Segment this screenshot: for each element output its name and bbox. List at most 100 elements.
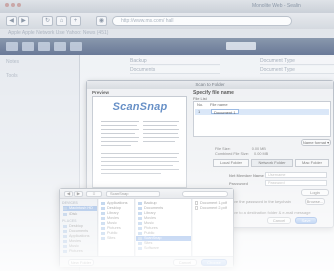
list-item[interactable]: Backup <box>130 57 220 65</box>
folder-icon <box>138 221 142 225</box>
combined-size-value: 0.00 MB <box>254 152 269 156</box>
add-bookmark-button[interactable]: + <box>70 16 81 26</box>
folder-icon <box>101 226 105 230</box>
new-folder-button[interactable]: New Folder <box>68 259 94 266</box>
toolbar-icon[interactable] <box>54 42 66 51</box>
list-item[interactable]: Document Type <box>260 57 334 65</box>
folder-icon <box>101 201 105 205</box>
file-name-field[interactable]: Document 1 <box>211 109 239 115</box>
movies-icon <box>63 239 67 243</box>
folder-icon <box>138 211 142 215</box>
window-controls[interactable] <box>5 3 23 9</box>
folder-icon <box>101 216 105 220</box>
toolbar-icon[interactable] <box>70 42 82 51</box>
browser-title-bar: Monolite Web - Sealin <box>0 0 334 13</box>
folder-tabs: Local Folder Network Folder Mac Folder <box>213 159 331 167</box>
search-field[interactable] <box>226 42 256 50</box>
folder-icon <box>138 206 142 210</box>
password-field[interactable]: Password <box>265 180 327 186</box>
search-input[interactable] <box>182 191 228 197</box>
file-size-label: File Size: <box>215 147 231 151</box>
bookmarks-bar[interactable]: Apple Apple Network Use Yahoo: News (451… <box>0 29 334 38</box>
cancel-button[interactable]: Cancel <box>173 259 197 266</box>
tab-local-folder[interactable]: Local Folder <box>213 159 249 167</box>
folder-icon <box>138 216 142 220</box>
network-member-label: Net Member Name <box>229 173 264 178</box>
home-button[interactable]: ⌂ <box>56 16 67 26</box>
dialog-title: Scan to Folder <box>87 81 333 89</box>
folder-icon <box>138 241 142 245</box>
reload-button[interactable]: ↻ <box>42 16 53 26</box>
column-header-file-name[interactable]: File name <box>210 102 228 108</box>
picker-sidebar: DEVICES Macintosh HD iDisk PLACES Deskto… <box>60 199 98 256</box>
folder-icon <box>138 201 142 205</box>
password-label: Password <box>229 181 248 186</box>
scansnap-logo: ScanSnap <box>112 101 168 113</box>
file-size-row: File Size: 0.00 MB <box>215 147 266 151</box>
choose-button[interactable]: Choose <box>201 259 227 266</box>
table-row[interactable]: 1 Document 1 <box>195 109 329 115</box>
preview-label: Preview <box>92 90 110 95</box>
devices-heading: DEVICES <box>62 201 78 205</box>
folder-icon <box>101 231 105 235</box>
folder-icon <box>101 206 105 210</box>
row-number: 1 <box>198 109 201 114</box>
tab-mac-folder[interactable]: Mac Folder <box>295 159 329 167</box>
idisk-icon <box>63 212 67 216</box>
file-size-value: 0.00 MB <box>251 147 266 151</box>
desktop-icon <box>63 224 67 228</box>
back-button[interactable]: ◀ <box>64 191 73 197</box>
app-toolbar <box>0 38 334 55</box>
sidebar-item-idisk[interactable]: iDisk <box>63 212 97 217</box>
view-mode-button[interactable]: ≡ <box>86 191 102 197</box>
list-item[interactable]: Document Type <box>260 66 334 74</box>
picker-toolbar: ◀ ▶ ≡ ScanSnap <box>60 189 233 199</box>
browse-button[interactable]: Browse... <box>305 198 325 205</box>
forward-button[interactable]: ▶ <box>74 191 83 197</box>
window-title: Monolite Web - Sealin <box>252 3 301 9</box>
column-header-no[interactable]: No. <box>197 102 203 108</box>
folder-icon <box>101 236 105 240</box>
forward-button[interactable]: ▶ <box>18 16 29 26</box>
places-heading: PLACES <box>62 219 77 223</box>
browser-column-1: Applications Desktop Library Movies Musi… <box>99 199 135 256</box>
pictures-icon <box>63 249 67 253</box>
pdf-file-icon <box>195 201 198 205</box>
folder-icon <box>138 236 142 240</box>
drive-icon <box>63 206 67 210</box>
rss-button[interactable]: ◉ <box>96 16 107 26</box>
cancel-button[interactable]: Cancel <box>267 217 291 224</box>
save-button[interactable]: Save <box>295 217 317 224</box>
save-password-label: Save the password in the keychain <box>229 199 291 204</box>
list-item[interactable]: Documents <box>130 66 220 74</box>
save-password-checkbox[interactable]: Save the password in the keychain <box>229 199 291 204</box>
name-format-button[interactable]: Name format ▾ <box>301 139 331 146</box>
choose-folder-sheet: ◀ ▶ ≡ ScanSnap DEVICES Macintosh HD iDis… <box>59 188 234 267</box>
picker-button-bar: New Folder Cancel Choose <box>60 256 233 267</box>
login-button[interactable]: Login <box>301 189 329 196</box>
address-bar[interactable]: http://www.ms.com/ hall <box>112 16 292 26</box>
toolbar-icon[interactable] <box>38 42 50 51</box>
music-icon <box>63 244 67 248</box>
folder-icon <box>138 231 142 235</box>
scan-preview: ScanSnap <box>92 96 187 188</box>
file-list-table: No. File name 1 Document 1 <box>193 101 331 137</box>
browser-column-3: Document 1.pdf Document 2.pdf <box>193 199 233 256</box>
destination-label: Save to a destination folder & e-mail me… <box>229 210 311 215</box>
list-item[interactable]: Sites <box>101 236 115 241</box>
combined-size-row: Combined File Size: 0.00 MB <box>215 152 268 156</box>
username-field[interactable]: Username <box>265 172 327 178</box>
browser-navigation-bar: ◀ ▶ ↻ ⌂ + ◉ http://www.ms.com/ hall <box>0 13 334 29</box>
sidebar-item[interactable]: Notes <box>6 58 66 66</box>
toolbar-icon[interactable] <box>22 42 34 51</box>
sidebar-item[interactable]: Tools <box>6 72 66 80</box>
path-popup[interactable]: ScanSnap <box>106 191 160 197</box>
destination-checkbox[interactable]: Save to a destination folder & e-mail me… <box>229 210 311 215</box>
list-item[interactable]: Software <box>138 246 159 251</box>
tab-network-folder[interactable]: Network Folder <box>251 159 293 167</box>
sidebar-item-pictures[interactable]: Pictures <box>63 249 97 254</box>
list-item[interactable]: Document 2.pdf <box>195 206 227 211</box>
sidebar-item-macintosh-hd[interactable]: Macintosh HD <box>63 206 97 211</box>
toolbar-icon[interactable] <box>6 42 18 51</box>
back-button[interactable]: ◀ <box>6 16 17 26</box>
